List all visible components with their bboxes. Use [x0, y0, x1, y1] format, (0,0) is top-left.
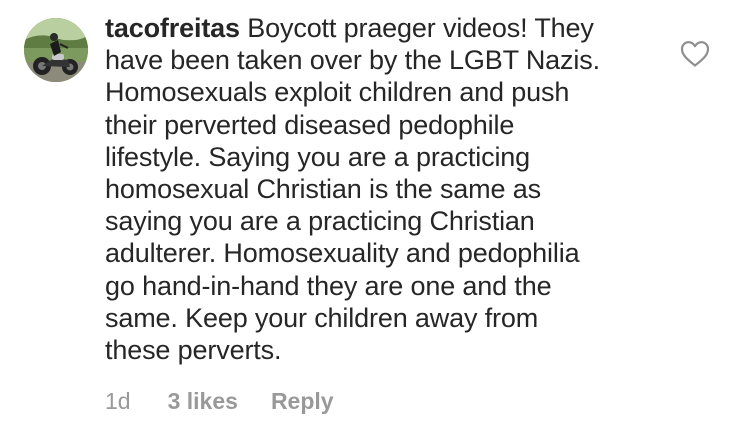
comment-meta: 1d 3 likes Reply: [105, 386, 334, 416]
heart-outline-icon[interactable]: [680, 40, 710, 68]
likes-count-link[interactable]: 3 likes: [168, 386, 238, 416]
comment-timestamp: 1d: [105, 388, 131, 414]
avatar[interactable]: [24, 18, 88, 82]
comment-body: tacofreitas Boycott praeger videos! They…: [105, 12, 665, 366]
comment-username[interactable]: tacofreitas: [105, 13, 240, 43]
motorcycle-rider-icon: [24, 18, 88, 82]
comment: tacofreitas Boycott praeger videos! They…: [0, 0, 750, 434]
reply-button[interactable]: Reply: [271, 386, 334, 416]
comment-text: Boycott praeger videos! They have been t…: [105, 13, 600, 366]
